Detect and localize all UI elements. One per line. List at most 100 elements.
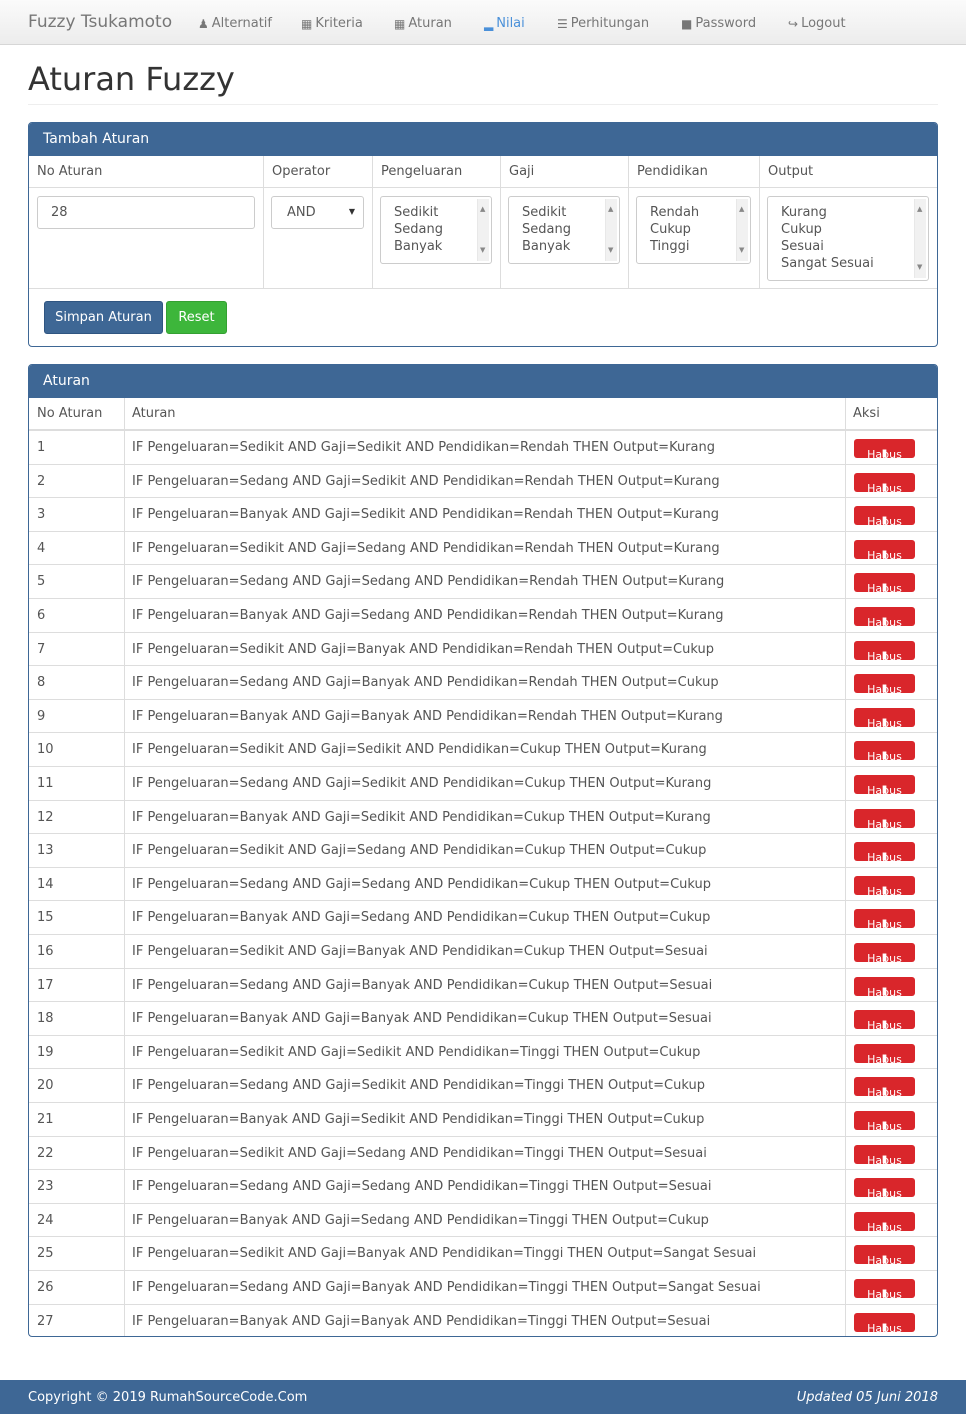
nav-kriteria[interactable]: ▦ Kriteria: [301, 16, 363, 31]
option[interactable]: Rendah: [650, 204, 750, 221]
delete-button[interactable]: ▮ Hapus: [854, 1211, 915, 1234]
rule-number: 26: [37, 1280, 54, 1295]
delete-button[interactable]: ▮ Hapus: [854, 943, 915, 965]
no-aturan-input[interactable]: 28: [37, 196, 255, 229]
delete-label: Hapus: [867, 481, 902, 495]
delete-button[interactable]: ▮ Hapus: [854, 1144, 915, 1167]
delete-label: Hapus: [867, 716, 902, 730]
rule-text: IF Pengeluaran=Sedang AND Gaji=Sedang AN…: [132, 1179, 712, 1195]
nav-logout[interactable]: ↪ Logout: [788, 16, 846, 31]
scrollbar[interactable]: ▲ ▼: [736, 199, 748, 261]
pengeluaran-select[interactable]: Sedikit Sedang Banyak ▲ ▼: [380, 196, 492, 264]
scrollbar[interactable]: ▲ ▼: [605, 199, 617, 261]
delete-button[interactable]: ▮ Hapus: [854, 439, 915, 461]
rule-number: 5: [37, 574, 46, 590]
rule-number: 9: [37, 708, 46, 724]
scrollbar[interactable]: ▲ ▼: [477, 199, 489, 261]
delete-button[interactable]: ▮ Hapus: [854, 539, 915, 562]
rule-number: 12: [37, 809, 54, 825]
nav-aturan[interactable]: ▦ Aturan: [394, 16, 452, 31]
rule-text: IF Pengeluaran=Banyak AND Gaji=Sedang AN…: [132, 608, 724, 623]
table-row: 3 IF Pengeluaran=Banyak AND Gaji=Sedikit …: [29, 497, 937, 531]
rule-text: IF Pengeluaran=Sedang AND Gaji=Sedang AN…: [132, 574, 725, 590]
delete-button[interactable]: ▮ Hapus: [854, 674, 915, 696]
option[interactable]: Sangat Sesuai: [781, 255, 928, 272]
option[interactable]: Sesuai: [781, 238, 928, 255]
table-row: 16 IF Pengeluaran=Sedikit AND Gaji=Banyak…: [29, 934, 937, 968]
delete-label: Hapus: [867, 1019, 902, 1033]
delete-button[interactable]: ▮ Hapus: [854, 1111, 915, 1133]
delete-button[interactable]: ▮ Hapus: [854, 607, 915, 629]
output-select[interactable]: Kurang Cukup Sesuai Sangat Sesuai ▲ ▼: [767, 196, 929, 281]
delete-button[interactable]: ▮ Hapus: [854, 1245, 915, 1267]
gaji-select[interactable]: Sedikit Sedang Banyak ▲ ▼: [508, 196, 620, 264]
brand[interactable]: Fuzzy Tsukamoto: [28, 12, 172, 32]
rule-text: IF Pengeluaran=Banyak AND Gaji=Sedikit A…: [132, 809, 711, 825]
delete-label: Hapus: [867, 1187, 902, 1201]
pendidikan-select[interactable]: Rendah Cukup Tinggi ▲ ▼: [636, 196, 751, 264]
updated-text: Updated 05 Juni 2018: [796, 1390, 938, 1405]
delete-button[interactable]: ▮ Hapus: [854, 707, 915, 730]
divider: [28, 104, 938, 105]
nav-password[interactable]: ■ Password: [681, 16, 756, 31]
save-rule-button[interactable]: Simpan Aturan: [44, 301, 163, 334]
rule-number: 16: [37, 944, 54, 959]
delete-button[interactable]: ▮ Hapus: [854, 506, 915, 528]
delete-button[interactable]: ▮ Hapus: [854, 1043, 915, 1066]
rule-text: IF Pengeluaran=Banyak AND Gaji=Sedikit A…: [132, 1112, 705, 1127]
delete-label: Hapus: [867, 918, 902, 932]
lock-icon: ■: [681, 16, 693, 31]
option[interactable]: Kurang: [781, 204, 928, 221]
delete-button[interactable]: ▮ Hapus: [854, 842, 915, 864]
delete-label: Hapus: [867, 817, 902, 831]
delete-button[interactable]: ▮ Hapus: [854, 472, 915, 495]
delete-button[interactable]: ▮ Hapus: [854, 775, 915, 797]
nav-nilai[interactable]: ▂ Nilai: [484, 16, 525, 31]
option[interactable]: Tinggi: [650, 238, 750, 255]
delete-button[interactable]: ▮ Hapus: [854, 875, 915, 898]
delete-button[interactable]: ▮ Hapus: [854, 808, 915, 831]
rule-text: IF Pengeluaran=Banyak AND Gaji=Sedang AN…: [132, 910, 711, 926]
delete-label: Hapus: [867, 784, 902, 797]
operator-select[interactable]: AND ▼: [271, 196, 364, 229]
reset-button[interactable]: Reset: [166, 301, 227, 334]
user-icon: ♟: [198, 16, 209, 31]
delete-button[interactable]: ▮ Hapus: [854, 1010, 915, 1033]
nav-perhitungan[interactable]: ☰ Perhitungan: [557, 16, 649, 31]
nav-alternatif[interactable]: ♟ Alternatif: [198, 16, 272, 31]
column-divider: [759, 188, 760, 288]
delete-button[interactable]: ▮ Hapus: [854, 976, 915, 999]
add-rule-panel: Tambah Aturan No Aturan Operator Pengelu…: [28, 122, 938, 347]
col-aksi: Aksi: [845, 398, 937, 430]
delete-button[interactable]: ▮ Hapus: [854, 1178, 915, 1201]
table-row: 7 IF Pengeluaran=Sedikit AND Gaji=Banyak …: [29, 631, 937, 666]
rule-number: 11: [37, 776, 54, 791]
option[interactable]: Cukup: [650, 221, 750, 238]
rule-number: 7: [37, 641, 46, 657]
rules-panel: Aturan No Aturan Aturan Aksi 1 IF Pengelu…: [28, 364, 938, 1337]
rule-text: IF Pengeluaran=Sedikit AND Gaji=Sedang A…: [132, 540, 720, 556]
delete-button[interactable]: ▮ Hapus: [854, 1312, 915, 1335]
delete-button[interactable]: ▮ Hapus: [854, 1077, 915, 1099]
delete-button[interactable]: ▮ Hapus: [854, 640, 915, 663]
delete-label: Hapus: [867, 985, 902, 999]
delete-button[interactable]: ▮ Hapus: [854, 1279, 915, 1301]
page-title: Aturan Fuzzy: [28, 60, 235, 98]
delete-button[interactable]: ▮ Hapus: [854, 573, 915, 595]
rule-number: 17: [37, 977, 54, 993]
delete-label: Hapus: [867, 1220, 902, 1234]
delete-button[interactable]: ▮ Hapus: [854, 741, 915, 763]
scroll-up-icon: ▲: [917, 205, 923, 213]
rule-text: IF Pengeluaran=Banyak AND Gaji=Banyak AN…: [132, 708, 723, 724]
rule-number: 3: [37, 507, 46, 523]
rule-number: 18: [37, 1011, 54, 1027]
footer: Copyright © 2019 RumahSourceCode.Com Upd…: [0, 1380, 966, 1414]
scroll-down-icon: ▼: [739, 246, 745, 254]
rule-text: IF Pengeluaran=Sedikit AND Gaji=Sedang A…: [132, 1145, 707, 1161]
delete-button[interactable]: ▮ Hapus: [854, 909, 915, 932]
table-row: 4 IF Pengeluaran=Sedikit AND Gaji=Sedang …: [29, 530, 937, 565]
scrollbar[interactable]: ▲ ▼: [914, 199, 926, 278]
option[interactable]: Cukup: [781, 221, 928, 238]
col-pendidikan: Pendidikan: [628, 156, 759, 188]
col-output: Output: [759, 156, 937, 188]
